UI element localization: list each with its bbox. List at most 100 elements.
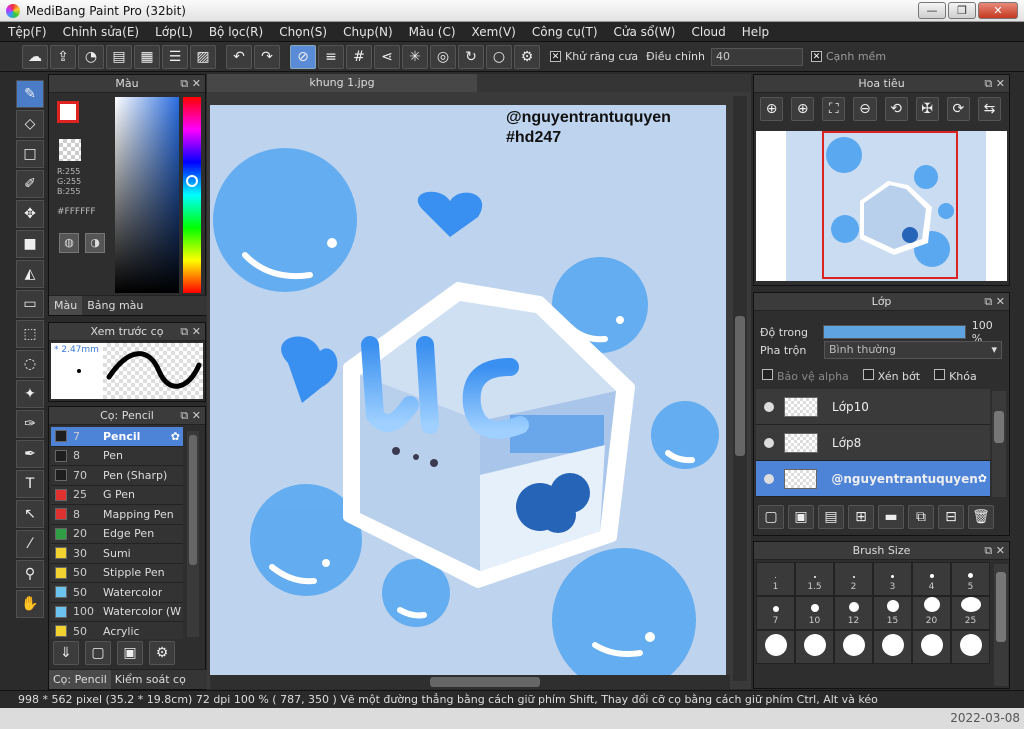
panel-close-icon[interactable]: ⧉ ✕ (984, 542, 1005, 560)
text-tool-icon[interactable]: T (16, 470, 44, 498)
menu-file[interactable]: Tệp(F) (0, 25, 55, 39)
brush-size-cell[interactable]: 1.5 (795, 562, 834, 596)
select-eraser-tool-icon[interactable]: ✒ (16, 440, 44, 468)
gradient-tool-icon[interactable]: ▭ (16, 290, 44, 318)
add-layer-menu-icon[interactable]: ⊞ (848, 505, 874, 529)
layer-list-scrollbar[interactable] (992, 391, 1006, 497)
artwork-canvas[interactable]: @nguyentrantuquyen #hd247 (210, 105, 726, 675)
menu-cloud[interactable]: Cloud (684, 25, 734, 39)
ellipse-snap-icon[interactable]: ○ (486, 44, 512, 69)
vanishing-point-icon[interactable]: ⋖ (374, 44, 400, 69)
brush-size-cell[interactable]: 10 (795, 596, 834, 630)
fill-shape-tool-icon[interactable]: ■ (16, 230, 44, 258)
tab-palette[interactable]: Bảng màu (82, 296, 148, 315)
brush-size-cell[interactable] (951, 630, 990, 664)
new-folder-icon[interactable]: ▬ (878, 505, 904, 529)
brush-item[interactable]: 20 Edge Pen (51, 524, 183, 544)
tab-color[interactable]: Màu (49, 296, 83, 315)
flip-icon[interactable]: ⇆ (977, 97, 1001, 121)
tab-brush[interactable]: Cọ: Pencil (49, 670, 111, 689)
brush-size-cell[interactable]: 4 (912, 562, 951, 596)
delete-layer-icon[interactable]: 🗑 (968, 505, 994, 529)
restore-button[interactable]: ❐ (948, 2, 976, 19)
brush-size-cell[interactable] (873, 630, 912, 664)
cloud-icon[interactable]: ☁ (22, 44, 48, 69)
menu-filter[interactable]: Bộ lọc(R) (201, 25, 271, 39)
brush-size-cell[interactable]: 15 (873, 596, 912, 630)
brush-size-cell[interactable]: 12 (834, 596, 873, 630)
foreground-color-swatch[interactable] (57, 101, 79, 123)
fit-icon[interactable]: ⛶ (822, 97, 846, 121)
new-brush-icon[interactable]: ▢ (85, 641, 111, 665)
lock-checkbox[interactable]: Khóa (934, 369, 977, 383)
new-halftone-layer-icon[interactable]: ▤ (818, 505, 844, 529)
merge-layer-icon[interactable]: ⊟ (938, 505, 964, 529)
protect-alpha-checkbox[interactable]: Bảo vệ alpha (762, 369, 849, 383)
brush-size-cell[interactable]: 3 (873, 562, 912, 596)
tab-brush-control[interactable]: Kiểm soát cọ (111, 670, 190, 689)
menu-window[interactable]: Cửa sổ(W) (606, 25, 684, 39)
zoom-in-alt-icon[interactable]: ⊕ (791, 97, 815, 121)
brush-item[interactable]: 50 Acrylic (51, 622, 183, 639)
minimize-button[interactable]: — (918, 2, 946, 19)
share-icon[interactable]: ⇪ (50, 44, 76, 69)
navigator-preview[interactable] (756, 131, 1007, 281)
saturation-value-picker[interactable] (115, 97, 179, 293)
layer-item[interactable]: @nguyentrantuquyen ✿ (756, 461, 990, 497)
palette-icon[interactable]: ◍ (59, 233, 79, 253)
blend-mode-select[interactable]: Bình thường ▾ (824, 341, 1002, 359)
brush-size-scrollbar[interactable] (994, 564, 1008, 686)
hue-slider[interactable] (183, 97, 201, 293)
brush-size-cell[interactable]: 7 (756, 596, 795, 630)
operation-tool-icon[interactable]: ↖ (16, 500, 44, 528)
redo-icon[interactable]: ↷ (254, 44, 280, 69)
layer-item[interactable]: Lớp8 (756, 425, 990, 461)
parallel-snap-icon[interactable]: ≡ (318, 44, 344, 69)
menu-help[interactable]: Help (734, 25, 777, 39)
no-snap-icon[interactable]: ⊘ (290, 44, 316, 69)
curve-snap-icon[interactable]: ↻ (458, 44, 484, 69)
panel-close-icon[interactable]: ⧉ ✕ (984, 75, 1005, 93)
dot-tool-icon[interactable]: □ (16, 140, 44, 168)
brush-size-cell[interactable] (912, 630, 951, 664)
layer-item[interactable]: Lớp10 (756, 389, 990, 425)
magic-wand-tool-icon[interactable]: ✦ (16, 380, 44, 408)
canvas-vertical-scrollbar[interactable] (733, 96, 747, 681)
eye-icon[interactable] (764, 473, 774, 484)
brush-list-scrollbar[interactable] (187, 431, 199, 637)
select-rect-tool-icon[interactable]: ⬚ (16, 320, 44, 348)
actual-size-icon[interactable]: ✠ (915, 97, 939, 121)
zoom-in-icon[interactable]: ⊕ (760, 97, 784, 121)
menu-view[interactable]: Xem(V) (464, 25, 524, 39)
hue-slider-handle[interactable] (186, 175, 198, 187)
soft-edge-checkbox[interactable]: ✕ Cạnh mềm (810, 50, 886, 63)
brush-size-cell[interactable] (834, 630, 873, 664)
grid-icon[interactable]: ▨ (190, 44, 216, 69)
eyedropper-tool-icon[interactable]: ⚲ (16, 560, 44, 588)
select-pen-tool-icon[interactable]: ✑ (16, 410, 44, 438)
duplicate-layer-icon[interactable]: ⧉ (908, 505, 934, 529)
brush-size-cell[interactable]: 5 (951, 562, 990, 596)
brush-item[interactable]: 8 Pen (51, 446, 183, 466)
adjust-select[interactable]: 40 (710, 47, 803, 66)
brush-menu-icon[interactable]: ▣ (117, 641, 143, 665)
brush-size-cell[interactable] (756, 630, 795, 664)
eye-icon[interactable] (764, 401, 774, 412)
undo-icon[interactable]: ↶ (226, 44, 252, 69)
brush-item[interactable]: 7 Pencil ✿ (51, 427, 183, 447)
brush-item[interactable]: 25 G Pen (51, 485, 183, 505)
panel-icon[interactable]: ▤ (106, 44, 132, 69)
hand-tool-icon[interactable]: ✋ (16, 590, 44, 618)
brush-size-cell[interactable]: 25 (951, 596, 990, 630)
menu-color[interactable]: Màu (C) (401, 25, 464, 39)
brush-size-cell[interactable]: 2 (834, 562, 873, 596)
menu-tools[interactable]: Công cụ(T) (524, 25, 606, 39)
transparent-color-swatch[interactable] (59, 139, 81, 161)
brush-item[interactable]: 30 Sumi (51, 544, 183, 564)
list-icon[interactable]: ☰ (162, 44, 188, 69)
eye-icon[interactable] (764, 437, 774, 448)
opacity-slider[interactable] (822, 325, 966, 339)
lasso-tool-icon[interactable]: ◌ (16, 350, 44, 378)
brush-settings-icon[interactable]: ⚙ (149, 641, 175, 665)
bucket-tool-icon[interactable]: ◭ (16, 260, 44, 288)
